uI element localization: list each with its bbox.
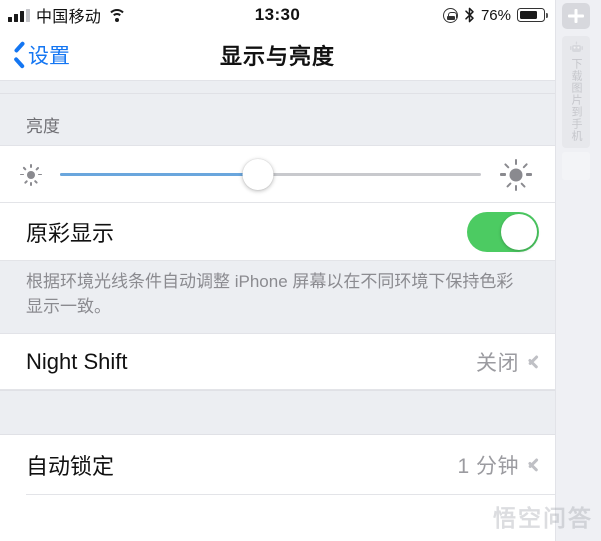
nav-gap xyxy=(0,80,555,94)
brightness-section-header: 亮度 xyxy=(0,94,555,146)
true-tone-toggle[interactable] xyxy=(467,212,539,252)
page-title: 显示与亮度 xyxy=(219,44,335,69)
brightness-slider-row[interactable] xyxy=(0,146,555,203)
true-tone-note: 根据环境光线条件自动调整 iPhone 屏幕以在不同环境下保持色彩显示一致。 xyxy=(0,261,555,335)
status-bar: 中国移动 13:30 76% xyxy=(0,0,555,30)
back-button-label: 设置 xyxy=(28,45,70,68)
chevron-right-icon xyxy=(528,456,539,475)
toggle-knob xyxy=(501,214,537,250)
slider-thumb[interactable] xyxy=(242,159,274,190)
true-tone-note-text: 根据环境光线条件自动调整 iPhone 屏幕以在不同环境下保持色彩显示一致。 xyxy=(26,272,514,316)
app-screen: 中国移动 13:30 76% 设置 显示与亮度 亮度 原彩显示 根据环境光线条件… xyxy=(0,0,601,541)
chevron-left-icon xyxy=(13,44,26,66)
battery-icon xyxy=(517,8,549,22)
night-shift-value: 关闭 xyxy=(476,352,519,376)
phone-viewport: 中国移动 13:30 76% 设置 显示与亮度 亮度 原彩显示 根据环境光线条件… xyxy=(0,0,555,541)
auto-lock-label: 自动锁定 xyxy=(26,454,115,480)
section-gap xyxy=(0,390,555,436)
download-robot-icon xyxy=(569,40,584,55)
night-shift-label: Night Shift xyxy=(26,349,128,375)
side-panel: 下载图片到手机 xyxy=(555,0,601,541)
brightness-slider[interactable] xyxy=(60,155,481,195)
download-image-label: 下载图片到手机 xyxy=(570,58,582,142)
download-image-button[interactable]: 下载图片到手机 xyxy=(562,36,590,148)
panel-spacer xyxy=(562,152,590,180)
back-button[interactable]: 设置 xyxy=(0,40,70,70)
battery-percent-label: 76% xyxy=(480,6,511,24)
auto-lock-value: 1 分钟 xyxy=(457,455,519,479)
rotation-lock-icon xyxy=(442,7,458,23)
true-tone-row[interactable]: 原彩显示 xyxy=(0,203,555,261)
brightness-section-title: 亮度 xyxy=(26,117,60,136)
true-tone-label: 原彩显示 xyxy=(26,221,115,246)
plus-icon[interactable] xyxy=(562,3,590,29)
slider-fill xyxy=(60,173,258,176)
navigation-bar: 设置 显示与亮度 xyxy=(0,30,555,80)
status-bar-right: 76% xyxy=(442,6,549,24)
sun-large-icon xyxy=(497,156,535,194)
bluetooth-icon xyxy=(464,7,475,23)
auto-lock-row[interactable]: 自动锁定 1 分钟 xyxy=(0,435,555,496)
night-shift-row[interactable]: Night Shift 关闭 xyxy=(0,334,555,391)
sun-small-icon xyxy=(18,162,44,188)
chevron-right-icon xyxy=(528,353,539,372)
